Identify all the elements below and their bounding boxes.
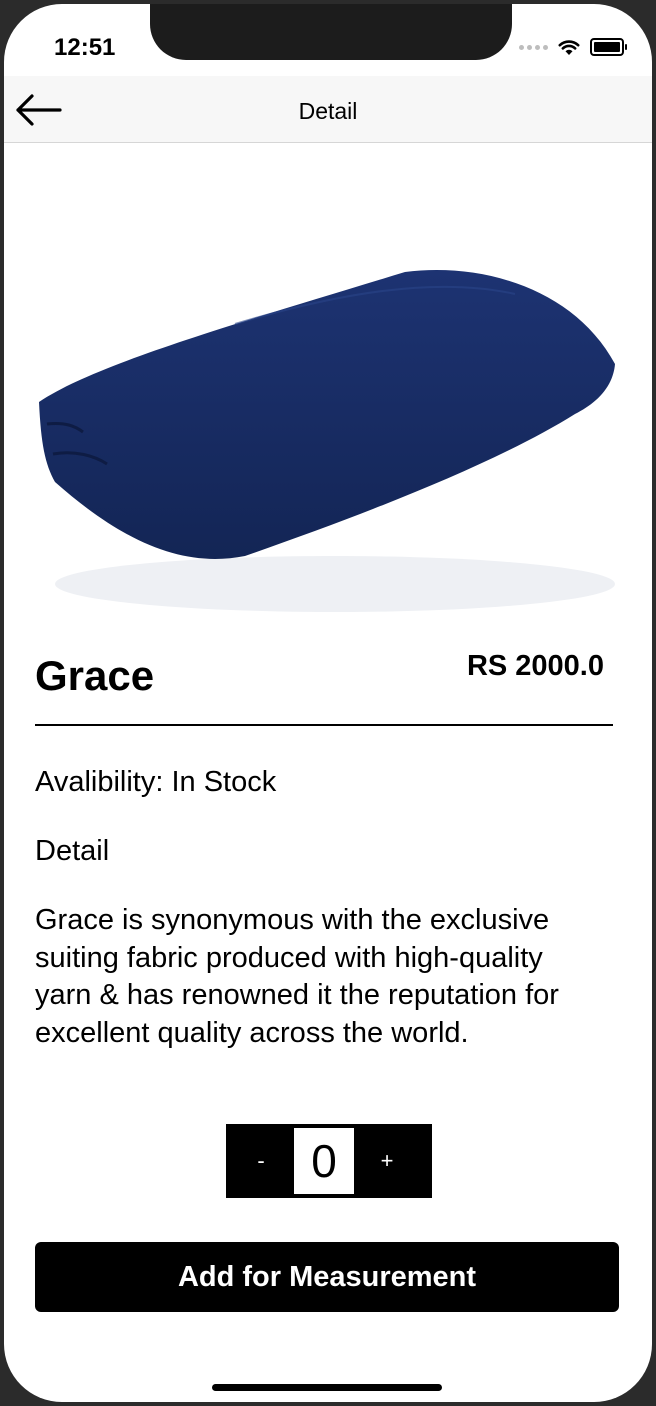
- status-time: 12:51: [54, 34, 116, 61]
- detail-heading: Detail: [35, 835, 110, 867]
- device-notch: [150, 4, 512, 60]
- increment-button[interactable]: +: [354, 1126, 420, 1196]
- quantity-value[interactable]: 0: [294, 1128, 354, 1194]
- product-name: Grace: [35, 652, 155, 699]
- status-icons: [519, 38, 627, 56]
- product-description: Grace is synonymous with the exclusive s…: [35, 904, 559, 1049]
- product-image: [35, 164, 619, 644]
- wifi-icon: [558, 39, 580, 55]
- availability-text: Avalibility: In Stock: [35, 766, 277, 798]
- cellular-signal-icon: [519, 44, 548, 50]
- navigation-bar: Detail: [4, 76, 652, 143]
- home-indicator[interactable]: [212, 1384, 442, 1391]
- nav-title: Detail: [298, 98, 358, 124]
- quantity-stepper: - 0 +: [226, 1124, 432, 1198]
- decrement-button[interactable]: -: [228, 1126, 294, 1196]
- add-for-measurement-button[interactable]: Add for Measurement: [35, 1242, 619, 1312]
- phone-screen: 12:51 Detail Grace RS 2000.0 Avalibility…: [4, 4, 652, 1402]
- battery-icon: [590, 38, 627, 56]
- product-price: RS 2000.0: [466, 650, 604, 682]
- divider: [35, 724, 613, 726]
